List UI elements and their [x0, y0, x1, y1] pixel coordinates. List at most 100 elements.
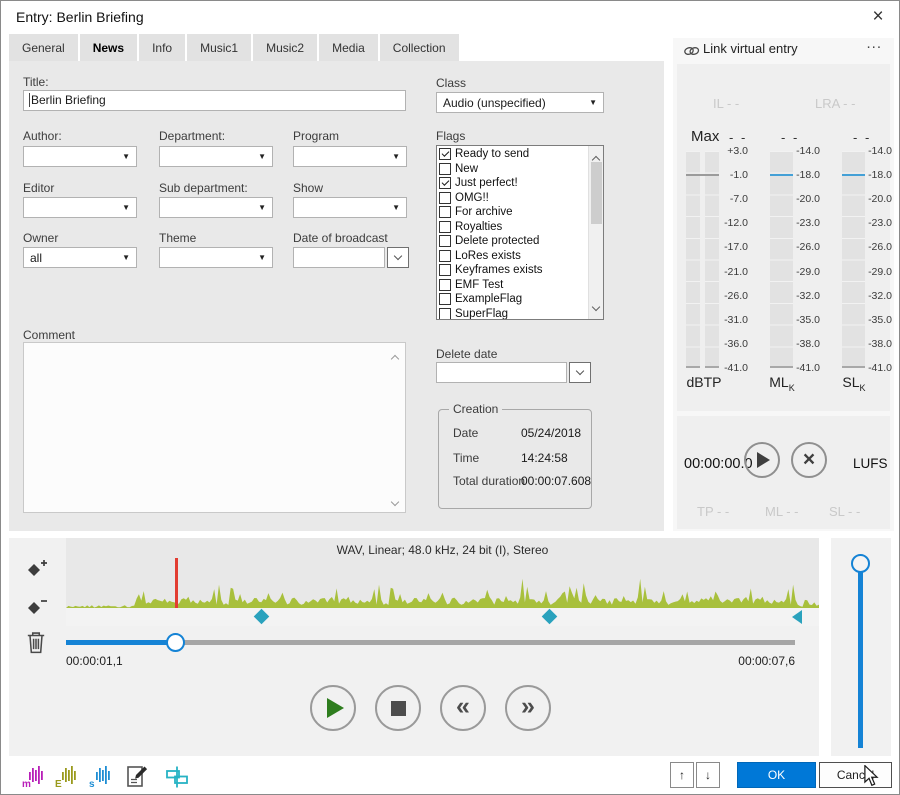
play-icon	[327, 698, 344, 718]
flag-row[interactable]: Just perfect!	[437, 176, 603, 191]
flag-row[interactable]: Royalties	[437, 220, 603, 235]
scroll-up-icon[interactable]	[392, 349, 402, 359]
meter-tick-label: -38.0	[868, 338, 892, 350]
flag-checkbox[interactable]	[439, 206, 451, 218]
edit-document-icon[interactable]	[124, 763, 150, 795]
flag-row[interactable]: LoRes exists	[437, 249, 603, 264]
sl-meter: -14.0-18.0-20.0-23.0-26.0-29.0-32.0-35.0…	[842, 151, 892, 368]
flag-checkbox[interactable]	[439, 177, 451, 189]
program-combo[interactable]: ▼	[293, 146, 407, 167]
meter-tick-label: +3.0	[727, 145, 748, 157]
playhead-marker[interactable]	[175, 558, 178, 608]
tab-music1[interactable]: Music1	[187, 34, 251, 61]
delete-date-dropdown[interactable]	[569, 362, 591, 383]
move-down-button[interactable]: ↓	[696, 762, 720, 788]
end-marker-icon[interactable]	[792, 610, 802, 624]
comment-textarea[interactable]	[23, 342, 406, 513]
measure-play-button[interactable]	[744, 442, 780, 478]
meter-tick-label: -23.0	[868, 217, 892, 229]
flag-checkbox[interactable]	[439, 192, 451, 204]
subdepartment-label: Sub department:	[159, 181, 248, 195]
time-end: 00:00:07,6	[738, 654, 795, 668]
flag-checkbox[interactable]	[439, 308, 451, 320]
class-combo[interactable]: Audio (unspecified)▼	[436, 92, 604, 113]
title-input[interactable]: Berlin Briefing	[23, 90, 406, 111]
waveform-svg[interactable]	[66, 562, 819, 608]
tp-readout: TP - -	[697, 504, 729, 519]
broadcast-date-dropdown[interactable]	[387, 247, 409, 268]
flag-row[interactable]: SuperFlag	[437, 307, 603, 321]
tab-collection[interactable]: Collection	[380, 34, 459, 61]
waveform-s-icon[interactable]: s	[88, 761, 114, 795]
play-button[interactable]	[310, 685, 356, 731]
delete-date-input[interactable]	[436, 362, 567, 383]
waveform-display[interactable]: WAV, Linear; 48.0 kHz, 24 bit (I), Stere…	[66, 538, 819, 626]
remove-marker-button[interactable]	[25, 596, 49, 625]
move-up-button[interactable]: ↑	[670, 762, 694, 788]
meter-tick-label: -26.0	[868, 241, 892, 253]
rewind-button[interactable]: «	[440, 685, 486, 731]
tab-info[interactable]: Info	[139, 34, 185, 61]
flag-row[interactable]: Keyframes exists	[437, 263, 603, 278]
flag-checkbox[interactable]	[439, 148, 451, 160]
flag-checkbox[interactable]	[439, 279, 451, 291]
scrollbar-thumb[interactable]	[591, 162, 602, 224]
tab-music2[interactable]: Music2	[253, 34, 317, 61]
department-combo[interactable]: ▼	[159, 146, 273, 167]
more-options-icon[interactable]: ...	[866, 35, 882, 52]
waveform-e-icon[interactable]: E	[54, 761, 80, 795]
flag-row[interactable]: OMG!!	[437, 191, 603, 206]
tab-news[interactable]: News	[80, 34, 137, 61]
volume-slider-handle[interactable]	[851, 554, 870, 573]
waveform-m-icon[interactable]: m	[21, 761, 47, 795]
broadcast-date-input[interactable]	[293, 247, 385, 268]
tab-media[interactable]: Media	[319, 34, 378, 61]
flag-checkbox[interactable]	[439, 250, 451, 262]
ml-meter-bar	[770, 151, 793, 368]
chevron-down-icon: ▼	[122, 153, 130, 161]
stop-button[interactable]	[375, 685, 421, 731]
link-virtual-entry-title[interactable]: Link virtual entry	[703, 41, 798, 56]
ok-button[interactable]: OK	[737, 762, 816, 788]
creation-time-value: 14:24:58	[521, 451, 568, 465]
department-label: Department:	[159, 129, 225, 143]
scroll-down-icon[interactable]	[392, 492, 402, 502]
flag-row[interactable]: ExampleFlag	[437, 292, 603, 307]
theme-combo[interactable]: ▼	[159, 247, 273, 268]
flag-checkbox[interactable]	[439, 235, 451, 247]
flag-checkbox[interactable]	[439, 264, 451, 276]
author-combo[interactable]: ▼	[23, 146, 137, 167]
flags-list-box: Ready to sendNewJust perfect! OMG!!For ar…	[436, 145, 604, 320]
delete-marker-button[interactable]	[25, 630, 47, 659]
flag-row[interactable]: Delete protected	[437, 234, 603, 249]
show-combo[interactable]: ▼	[293, 197, 407, 218]
flag-checkbox[interactable]	[439, 163, 451, 175]
split-compare-icon[interactable]	[164, 764, 190, 795]
owner-label: Owner	[23, 231, 58, 245]
flag-row[interactable]: New	[437, 162, 603, 177]
position-slider[interactable]	[66, 632, 795, 652]
flag-label: Just perfect!	[455, 177, 518, 189]
creation-duration-value: 00:00:07.608	[521, 474, 591, 488]
measure-cancel-button[interactable]: ×	[791, 442, 827, 478]
meter-tick-label: -20.0	[796, 193, 820, 205]
add-marker-button[interactable]	[25, 558, 49, 587]
subdepartment-combo[interactable]: ▼	[159, 197, 273, 218]
tab-general[interactable]: General	[9, 34, 78, 61]
flag-checkbox[interactable]	[439, 221, 451, 233]
owner-combo[interactable]: all▼	[23, 247, 137, 268]
volume-slider-track[interactable]	[858, 572, 863, 748]
cancel-button[interactable]: Cancel	[819, 762, 892, 788]
flag-row[interactable]: Ready to send	[437, 147, 603, 162]
forward-button[interactable]: »	[505, 685, 551, 731]
form-panel: Title: Berlin Briefing Author: ▼ Departm…	[9, 61, 664, 531]
flags-scrollbar[interactable]	[588, 146, 603, 319]
scroll-down-icon[interactable]	[593, 297, 599, 315]
creation-time-label: Time	[453, 451, 479, 465]
editor-combo[interactable]: ▼	[23, 197, 137, 218]
slider-handle[interactable]	[166, 633, 185, 652]
close-icon[interactable]: ×	[865, 4, 891, 30]
flag-row[interactable]: For archive	[437, 205, 603, 220]
flag-checkbox[interactable]	[439, 293, 451, 305]
flag-row[interactable]: EMF Test	[437, 278, 603, 293]
